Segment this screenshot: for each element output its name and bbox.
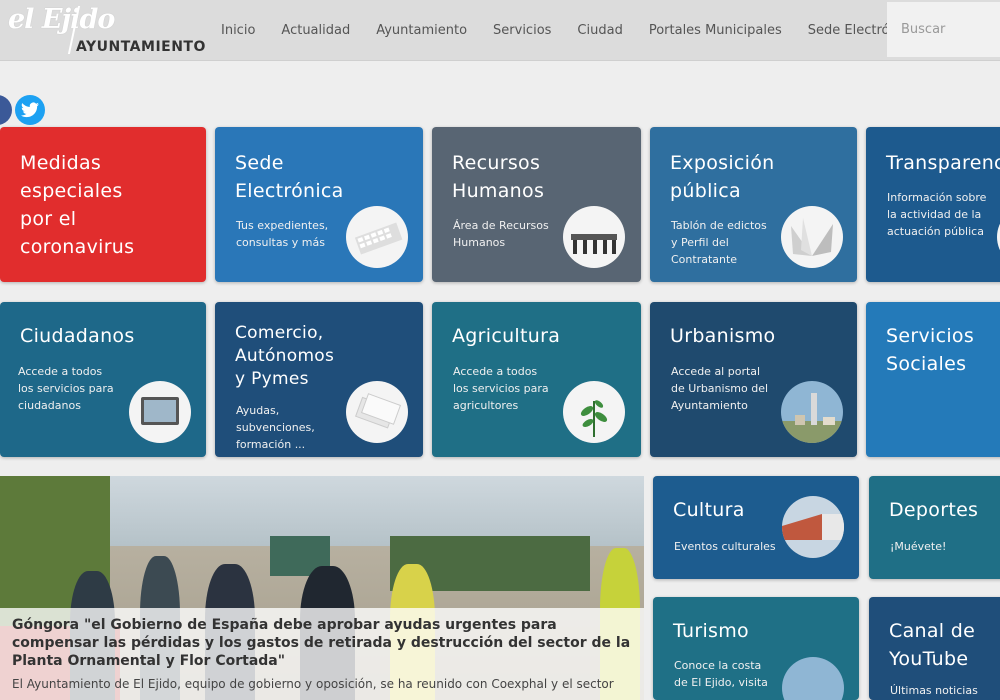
card-description: Accede a todos los servicios para ciudad… <box>18 365 114 412</box>
beach-icon <box>782 657 844 700</box>
menu-item-servicios[interactable]: Servicios <box>480 23 564 38</box>
site-logo[interactable]: el Ejido AYUNTAMIENTO <box>6 2 205 58</box>
card-exposicion-publica[interactable]: Exposición pública Tablón de edictos y P… <box>650 127 857 282</box>
keyboard-icon <box>346 206 408 268</box>
main-menu: Inicio Actualidad Ayuntamiento Servicios… <box>208 0 929 60</box>
card-title: Sede Electrónica <box>235 152 344 202</box>
city-icon <box>781 381 843 443</box>
card-sede-electronica[interactable]: Sede Electrónica Tus expedientes, consul… <box>215 127 423 282</box>
card-title: Turismo <box>673 620 749 642</box>
card-title: Exposición pública <box>670 152 775 202</box>
card-recursos-humanos[interactable]: Recursos Humanos Área de Recursos Humano… <box>432 127 641 282</box>
menu-item-ciudad[interactable]: Ciudad <box>564 23 635 38</box>
twitter-icon[interactable] <box>15 95 45 125</box>
logo-word: AYUNTAMIENTO <box>76 39 206 55</box>
card-description: Tablón de edictos y Perfil del Contratan… <box>671 219 767 266</box>
menu-item-inicio[interactable]: Inicio <box>208 23 268 38</box>
logo-script-text: el Ejido <box>8 4 115 35</box>
card-transparencia[interactable]: Transparencia Información sobre la activ… <box>866 127 1000 282</box>
card-description: Ayudas, subvenciones, formación ... <box>236 404 315 451</box>
menu-item-ayuntamiento[interactable]: Ayuntamiento <box>363 23 480 38</box>
building-icon <box>782 496 844 558</box>
card-title: Transparencia <box>886 152 1000 174</box>
book-icon <box>781 206 843 268</box>
card-deportes[interactable]: Deportes ¡Muévete! <box>869 476 1000 579</box>
card-title: Deportes <box>889 499 979 521</box>
card-title: Ciudadanos <box>20 325 135 347</box>
search-input[interactable]: Buscar <box>887 2 1000 57</box>
card-description: Conoce la costa de El Ejido, visita <box>674 659 768 689</box>
card-agricultura[interactable]: Agricultura Accede a todos los servicios… <box>432 302 641 457</box>
menu-item-actualidad[interactable]: Actualidad <box>268 23 363 38</box>
card-title: Recursos Humanos <box>452 152 545 202</box>
news-lead: El Ayuntamiento de El Ejido, equipo de g… <box>12 677 614 691</box>
card-title: Comercio, Autónomos y Pymes <box>235 323 335 389</box>
card-urbanismo[interactable]: Urbanismo Accede al portal de Urbanismo … <box>650 302 857 457</box>
news-headline[interactable]: Góngora "el Gobierno de España debe apro… <box>12 616 632 670</box>
tablet-icon <box>129 381 191 443</box>
news-feature[interactable]: Góngora "el Gobierno de España debe apro… <box>0 476 644 700</box>
card-cultura[interactable]: Cultura Eventos culturales <box>653 476 859 579</box>
card-title: Agricultura <box>452 325 561 347</box>
card-title: Canal de YouTube <box>889 620 976 670</box>
card-description: ¡Muévete! <box>890 540 947 553</box>
meeting-room-icon <box>563 206 625 268</box>
card-title: Urbanismo <box>670 325 776 347</box>
plant-icon <box>563 381 625 443</box>
card-title: Cultura <box>673 499 745 521</box>
card-description: Últimas noticias <box>890 684 978 697</box>
card-description: Área de Recursos Humanos <box>453 219 549 249</box>
card-description: Accede al portal de Urbanismo del Ayunta… <box>671 365 769 412</box>
card-youtube[interactable]: Canal de YouTube Últimas noticias <box>869 597 1000 700</box>
card-comercio[interactable]: Comercio, Autónomos y Pymes Ayudas, subv… <box>215 302 423 457</box>
menu-item-portales[interactable]: Portales Municipales <box>636 23 795 38</box>
top-navbar: el Ejido AYUNTAMIENTO Inicio Actualidad … <box>0 0 1000 61</box>
facebook-icon[interactable] <box>0 95 12 125</box>
card-description: Accede a todos los servicios para agricu… <box>453 365 549 412</box>
card-description: Información sobre la actividad de la act… <box>887 191 987 238</box>
card-description: Tus expedientes, consultas y más <box>236 219 329 249</box>
cards-icon <box>346 381 408 443</box>
card-coronavirus[interactable]: Medidas especiales por el coronavirus <box>0 127 206 282</box>
card-servicios-sociales[interactable]: Servicios Sociales <box>866 302 1000 457</box>
card-ciudadanos[interactable]: Ciudadanos Accede a todos los servicios … <box>0 302 206 457</box>
card-title: Servicios Sociales <box>886 325 975 375</box>
card-description: Eventos culturales <box>674 540 776 553</box>
card-title: Medidas especiales por el coronavirus <box>20 152 135 258</box>
card-turismo[interactable]: Turismo Conoce la costa de El Ejido, vis… <box>653 597 859 700</box>
